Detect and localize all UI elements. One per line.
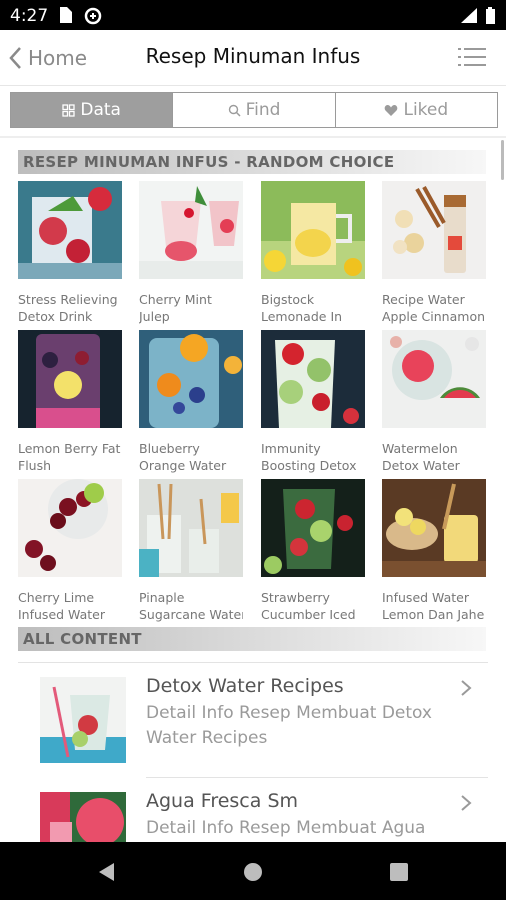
recipe-tile[interactable]: Immunity Boosting Detox — [261, 330, 365, 474]
tile-label-line1: Cherry Lime — [18, 590, 95, 605]
tile-label-line1: Cherry Mint — [139, 292, 212, 307]
recipe-tile[interactable]: Pinaple Sugarcane Water — [139, 479, 243, 623]
recipe-thumbnail — [261, 479, 365, 577]
tab-data[interactable]: Data — [11, 93, 174, 127]
list-item[interactable]: Detox Water Recipes Detail Info Resep Me… — [0, 663, 506, 778]
recipe-thumbnail — [18, 330, 122, 428]
tile-label-line2: Detox Water — [382, 458, 460, 473]
data-saver-icon — [84, 7, 102, 25]
recipe-thumbnail — [382, 181, 486, 279]
segmented-control: Data Find Liked — [10, 92, 498, 128]
content-area[interactable]: RESEP MINUMAN INFUS - RANDOM CHOICE Stre… — [0, 140, 506, 842]
tile-label-line2: Lemon Dan Jahe — [382, 607, 485, 622]
all-content-header: ALL CONTENT — [18, 627, 486, 651]
tile-label-line1: Recipe Water — [382, 292, 465, 307]
list-item-description: Detail Info Resep Membuat Agua — [146, 818, 426, 838]
tile-label-line1: Lemon Berry Fat — [18, 441, 121, 456]
list-item-title: Detox Water Recipes — [146, 675, 344, 697]
tab-liked-label: Liked — [403, 100, 449, 120]
signal-icon — [461, 8, 477, 23]
page-title: Resep Minuman Infus — [145, 44, 361, 68]
battery-icon — [486, 7, 495, 24]
list-item-description: Detail Info Resep Membuat Detox Water Re… — [146, 703, 432, 748]
tile-label-line2: Cucumber Iced — [261, 607, 356, 622]
tile-label-line2: Lemonade In — [261, 309, 343, 324]
tile-label-line2: Flush — [18, 458, 52, 473]
search-icon — [228, 104, 241, 117]
scrollbar[interactable] — [501, 140, 504, 180]
sim-card-icon — [60, 7, 72, 23]
back-triangle-icon[interactable] — [96, 861, 116, 883]
heart-icon — [385, 104, 398, 116]
recipe-thumbnail — [18, 479, 122, 577]
recipe-thumbnail — [382, 330, 486, 428]
home-circle-icon[interactable] — [243, 862, 263, 882]
status-bar: 4:27 — [0, 0, 506, 30]
recipe-tile[interactable]: Blueberry Orange Water — [139, 330, 243, 474]
recipe-tile[interactable]: Watermelon Detox Water — [382, 330, 486, 474]
recipe-tile[interactable]: Cherry Mint Julep — [139, 181, 243, 325]
recipe-tile[interactable]: Lemon Berry Fat Flush — [18, 330, 122, 474]
tile-label-line1: Immunity — [261, 441, 321, 456]
tile-label-line2: Boosting Detox — [261, 458, 357, 473]
recipe-tile[interactable]: Stress Relieving Detox Drink — [18, 181, 122, 325]
recipe-thumbnail — [139, 181, 243, 279]
recipe-thumbnail — [261, 181, 365, 279]
tile-label-line2: Infused Water — [18, 607, 105, 622]
recents-square-icon[interactable] — [390, 863, 408, 881]
tile-label-line1: Strawberry — [261, 590, 330, 605]
chevron-right-icon — [461, 680, 472, 696]
tile-label-line1: Infused Water — [382, 590, 469, 605]
tile-label-line2: Detox Drink — [18, 309, 93, 324]
tile-label-line1: Blueberry — [139, 441, 200, 456]
tab-find-label: Find — [245, 100, 281, 120]
status-time: 4:27 — [10, 6, 49, 26]
tile-label-line2: Orange Water — [139, 458, 227, 473]
list-item-thumbnail — [40, 677, 126, 763]
tab-find[interactable]: Find — [173, 93, 336, 127]
recipe-thumbnail — [139, 330, 243, 428]
recipe-thumbnail — [139, 479, 243, 577]
recipe-tile[interactable]: Cherry Lime Infused Water — [18, 479, 122, 623]
list-menu-icon[interactable] — [458, 47, 486, 67]
list-item-title: Agua Fresca Sm — [146, 790, 299, 812]
recipe-thumbnail — [261, 330, 365, 428]
tile-label-line1: Pinaple — [139, 590, 185, 605]
system-nav-bar — [0, 842, 506, 900]
random-choice-header: RESEP MINUMAN INFUS - RANDOM CHOICE — [18, 150, 486, 174]
tab-liked[interactable]: Liked — [335, 93, 497, 127]
recipe-tile[interactable]: Strawberry Cucumber Iced — [261, 479, 365, 623]
tile-label-line2: Apple Cinnamon — [382, 309, 486, 324]
recipe-thumbnail — [18, 181, 122, 279]
navigation-bar: Home Resep Minuman Infus — [0, 30, 506, 86]
divider — [0, 136, 506, 138]
tile-label-line1: Bigstock — [261, 292, 315, 307]
recipe-tile[interactable]: Infused Water Lemon Dan Jahe — [382, 479, 486, 623]
recipe-thumbnail — [382, 479, 486, 577]
grid-icon — [62, 103, 76, 117]
list-item[interactable]: Agua Fresca Sm Detail Info Resep Membuat… — [0, 778, 506, 842]
tile-label-line2: Julep — [139, 309, 170, 324]
chevron-right-icon — [461, 795, 472, 811]
tile-label-line2: Sugarcane Water — [139, 607, 243, 622]
recipe-tile[interactable]: Bigstock Lemonade In — [261, 181, 365, 325]
recipe-tile[interactable]: Recipe Water Apple Cinnamon — [382, 181, 486, 325]
list-item-thumbnail — [40, 792, 126, 842]
tile-label-line1: Stress Relieving — [18, 292, 118, 307]
tile-label-line1: Watermelon — [382, 441, 458, 456]
tab-data-label: Data — [80, 100, 121, 120]
